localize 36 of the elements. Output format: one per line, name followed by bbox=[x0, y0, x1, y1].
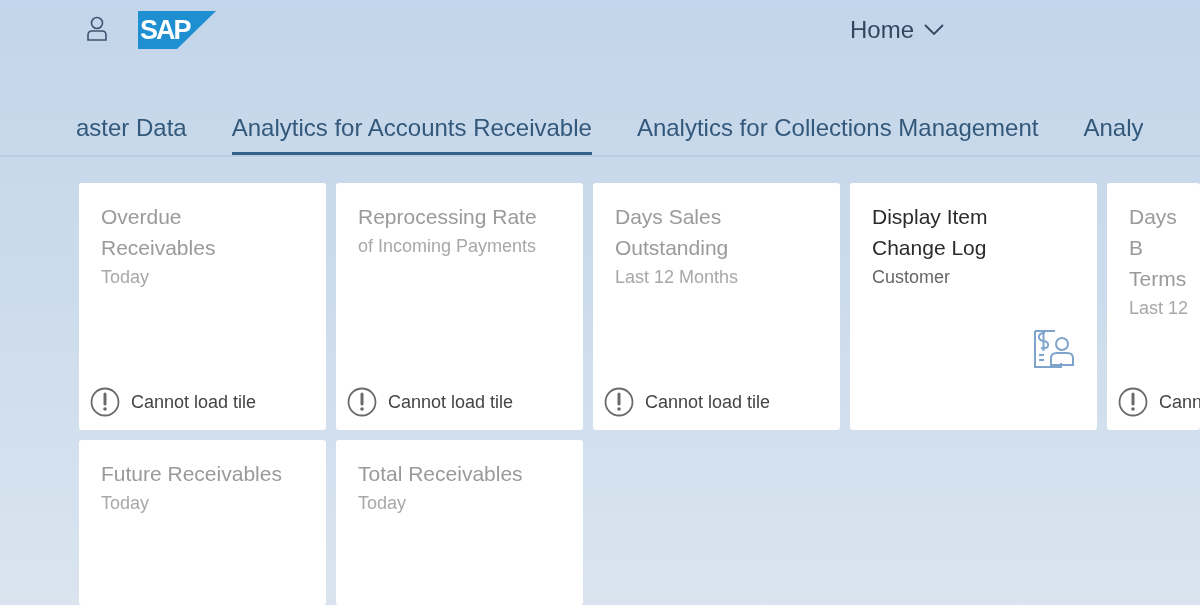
tile-title: Days B Terms bbox=[1129, 204, 1188, 292]
warning-circle-icon bbox=[90, 387, 120, 417]
error-message: Cannot load tile bbox=[131, 391, 257, 413]
user-icon[interactable] bbox=[86, 16, 108, 42]
tile-title: Reprocessing Rate bbox=[358, 204, 538, 230]
tile-subtitle: Today bbox=[101, 492, 151, 515]
error-message: Cannot load tile bbox=[388, 391, 514, 413]
app-tile[interactable]: Overdue Receivables Today Cannot load tile bbox=[79, 183, 326, 430]
tile-subtitle: of Incoming Payments bbox=[358, 235, 538, 258]
tab[interactable]: Analytics for Collections Management bbox=[636, 100, 1039, 155]
tile-subtitle: Today bbox=[101, 266, 151, 289]
app-tile[interactable]: Reprocessing Rate of Incoming Payments Cannot load tile bbox=[336, 183, 583, 430]
tile-subtitle: Customer bbox=[872, 266, 952, 289]
tile-subtitle: Last 12 Months bbox=[615, 266, 740, 289]
tile-title: Days Sales Outstanding bbox=[615, 204, 730, 261]
app-tile[interactable]: Days B Terms Last 12 Cann bbox=[1107, 183, 1200, 430]
home-menu-button[interactable]: Home bbox=[850, 16, 945, 44]
tile-title: Display Item Change Log bbox=[872, 204, 989, 261]
tile-title: Future Receivables bbox=[101, 461, 283, 487]
tile-title: Total Receivables bbox=[358, 461, 524, 487]
error-message: Cannot load tile bbox=[645, 391, 771, 413]
document-person-icon bbox=[1033, 329, 1075, 369]
warning-circle-icon bbox=[347, 387, 377, 417]
chevron-down-icon bbox=[924, 24, 945, 36]
tile-subtitle: Today bbox=[358, 492, 408, 515]
tab[interactable]: aster Data bbox=[76, 100, 187, 155]
tile-title: Overdue Receivables bbox=[101, 204, 217, 261]
tab[interactable]: Analytics for Accounts Receivable bbox=[231, 100, 592, 155]
app-tile[interactable]: Days Sales Outstanding Last 12 Months Cannot load tile bbox=[593, 183, 840, 430]
tile-subtitle: Last 12 bbox=[1129, 297, 1190, 320]
warning-circle-icon bbox=[604, 387, 634, 417]
tab[interactable]: Analy bbox=[1083, 100, 1144, 155]
app-tile[interactable]: Display Item Change Log Customer bbox=[850, 183, 1097, 430]
warning-circle-icon bbox=[1118, 387, 1148, 417]
logo: SAP bbox=[138, 11, 216, 49]
error-message: Cann bbox=[1159, 391, 1200, 413]
